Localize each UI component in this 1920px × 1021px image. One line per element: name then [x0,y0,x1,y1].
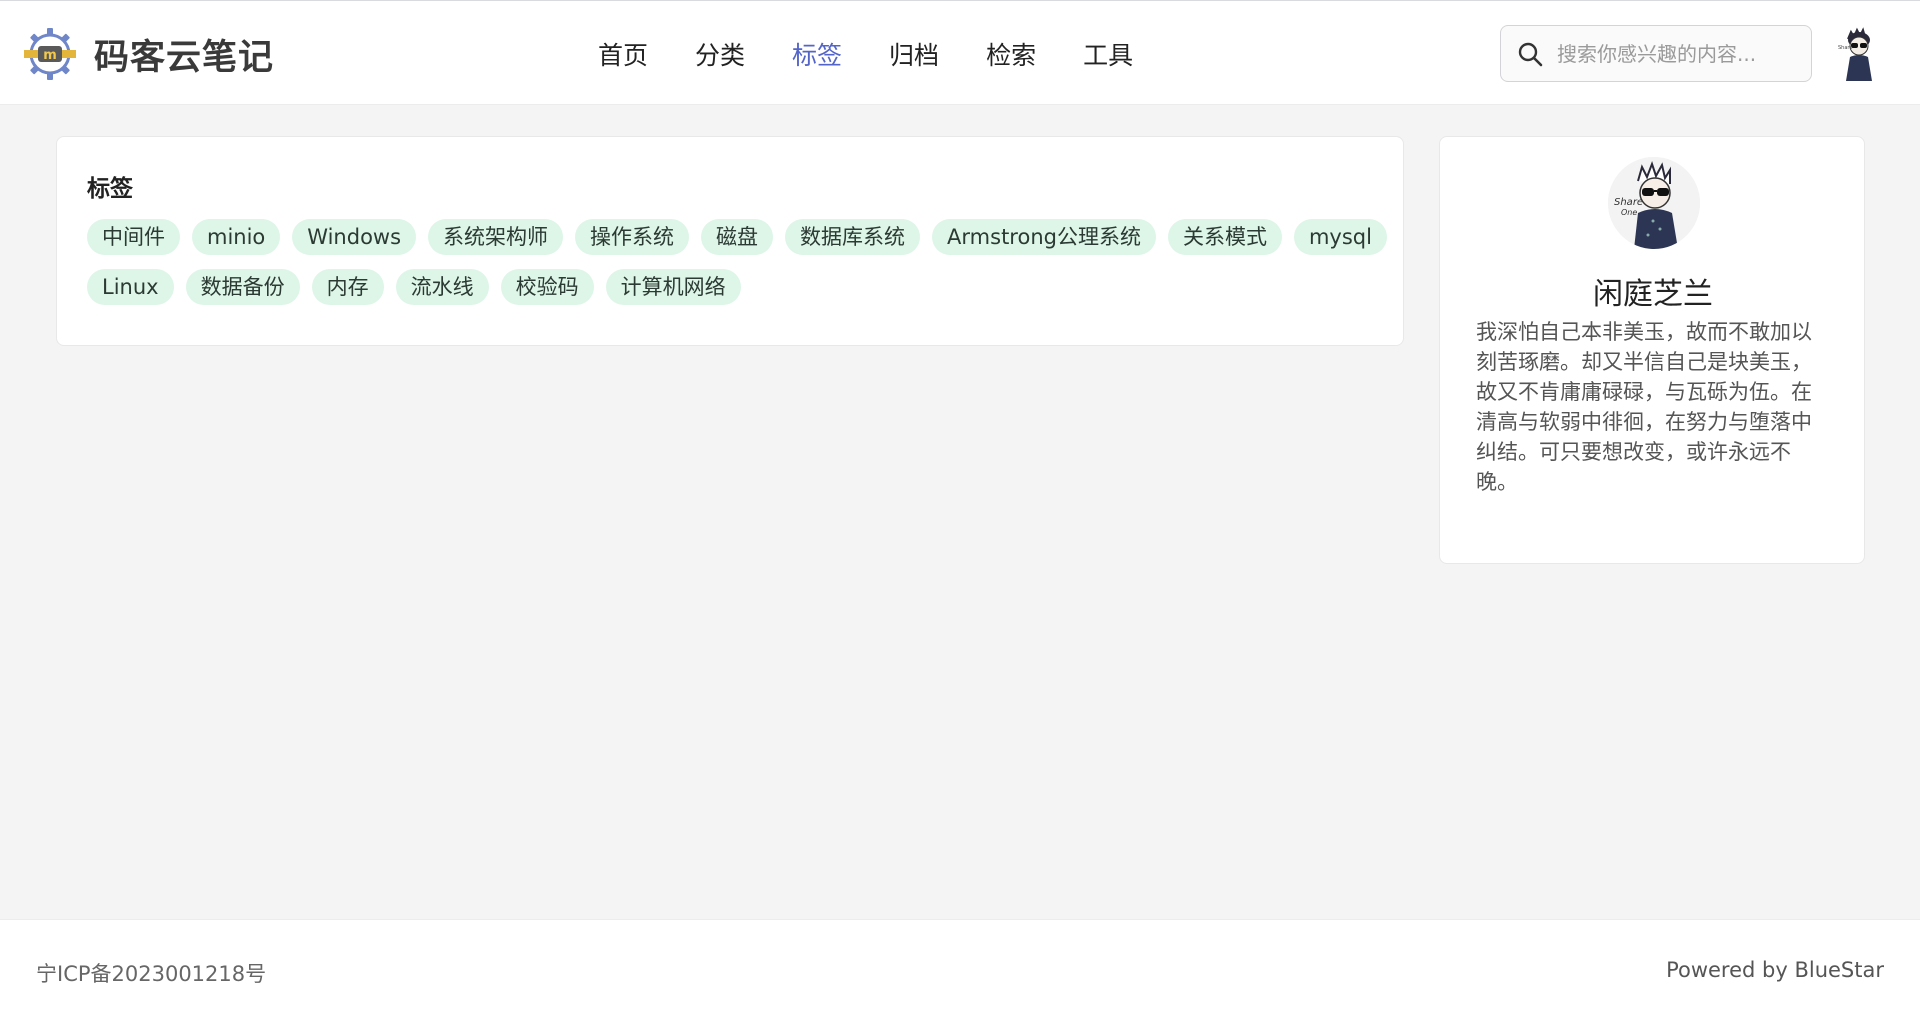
profile-avatar: Share One [1608,157,1700,249]
nav-item-categories[interactable]: 分类 [695,36,745,72]
tag-item[interactable]: Armstrong公理系统 [932,219,1156,255]
site-name[interactable]: 码客云笔记 [94,29,274,80]
tag-item[interactable]: 关系模式 [1167,219,1282,255]
profile-bio: 我深怕自己本非美玉，故而不敢加以刻苦琢磨。却又半信自己是块美玉，故又不肯庸庸碌碌… [1476,320,1812,494]
nav-item-archive[interactable]: 归档 [889,36,939,72]
tags-card: 标签 中间件 minio Windows 系统架构师 操作系统 磁盘 数据库系统… [56,136,1404,346]
tag-item[interactable]: 操作系统 [575,219,690,255]
gear-logo-icon: m [24,28,76,80]
search-box[interactable] [1500,25,1812,82]
nav-item-tools[interactable]: 工具 [1083,36,1133,72]
tag-item[interactable]: 流水线 [395,269,489,305]
nav-item-home[interactable]: 首页 [598,36,648,72]
powered-by: Powered by BlueStar [1666,958,1884,982]
profile-card: Share One 闲庭芝兰 我深怕自己本非美玉，故而不敢加以刻苦琢磨。却又半信… [1439,136,1865,564]
profile-name: 闲庭芝兰 [1593,277,1713,312]
tag-item[interactable]: 系统架构师 [428,219,564,255]
tag-item[interactable]: Windows [292,219,417,255]
search-input[interactable] [1557,41,1797,66]
tag-item[interactable]: 内存 [311,269,384,305]
tag-item[interactable]: mysql [1293,219,1387,255]
tag-item[interactable]: 校验码 [500,269,594,305]
main-nav: 首页 分类 标签 归档 检索 工具 [598,31,1180,77]
tag-item[interactable]: 数据备份 [185,269,300,305]
search-icon [1518,42,1543,66]
tag-item[interactable]: 磁盘 [701,219,774,255]
svg-text:Share: Share [1614,197,1643,208]
top-header: m 码客云笔记 首页 分类 标签 归档 检索 工具 Share [0,0,1920,105]
icp-link[interactable]: 宁ICP备2023001218号 [36,958,266,988]
brand[interactable]: m 码客云笔记 [22,27,274,81]
svg-text:m: m [43,48,57,63]
svg-text:Share: Share [1838,45,1852,51]
svg-text:One: One [1621,208,1637,217]
tag-item[interactable]: 计算机网络 [605,269,741,305]
tag-item[interactable]: 数据库系统 [785,219,921,255]
avatar-illustration-icon: Share One [1608,157,1700,249]
user-avatar[interactable]: Share [1830,27,1884,81]
tags-title: 标签 [87,176,133,202]
tag-list: 中间件 minio Windows 系统架构师 操作系统 磁盘 数据库系统 Ar… [87,219,1387,305]
nav-item-search[interactable]: 检索 [986,36,1036,72]
nav-item-tags[interactable]: 标签 [792,36,842,72]
tag-item[interactable]: Linux [87,269,174,305]
tag-item[interactable]: minio [192,219,281,255]
footer: 宁ICP备2023001218号 Powered by BlueStar [0,919,1920,1021]
tag-item[interactable]: 中间件 [87,219,180,255]
